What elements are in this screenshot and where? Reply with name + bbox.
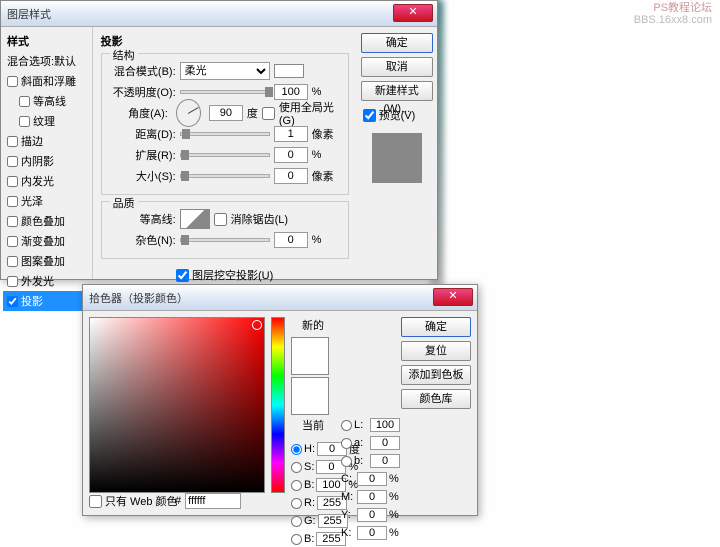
g-radio[interactable] bbox=[291, 516, 302, 527]
spread-input[interactable] bbox=[274, 147, 308, 163]
list-item[interactable]: 描边 bbox=[3, 131, 90, 151]
angle-dial[interactable] bbox=[176, 99, 201, 127]
close-icon[interactable]: ✕ bbox=[433, 288, 473, 306]
k-input[interactable] bbox=[357, 526, 387, 540]
list-item[interactable]: 渐变叠加 bbox=[3, 231, 90, 251]
ok-button[interactable]: 确定 bbox=[401, 317, 471, 337]
titlebar[interactable]: 拾色器（投影颜色） ✕ bbox=[83, 285, 477, 311]
list-item[interactable]: 外发光 bbox=[3, 271, 90, 291]
dialog-title: 图层样式 bbox=[7, 6, 51, 22]
angle-input[interactable] bbox=[209, 105, 243, 121]
titlebar[interactable]: 图层样式 ✕ bbox=[1, 1, 437, 27]
shadow-color-swatch[interactable] bbox=[274, 64, 304, 78]
hex-input[interactable] bbox=[185, 493, 241, 509]
y-input[interactable] bbox=[357, 508, 387, 522]
distance-slider[interactable] bbox=[180, 132, 270, 136]
size-slider[interactable] bbox=[180, 174, 270, 178]
b-radio[interactable] bbox=[341, 456, 352, 467]
c-input[interactable] bbox=[357, 472, 387, 486]
list-item[interactable]: 内发光 bbox=[3, 171, 90, 191]
styles-header: 样式 bbox=[3, 31, 90, 51]
global-light-checkbox[interactable] bbox=[262, 107, 275, 120]
list-item[interactable]: 等高线 bbox=[3, 91, 90, 111]
reset-button[interactable]: 复位 bbox=[401, 341, 471, 361]
section-title: 投影 bbox=[101, 33, 349, 49]
color-field[interactable] bbox=[89, 317, 265, 493]
color-cursor-icon bbox=[252, 320, 262, 330]
list-item[interactable]: 纹理 bbox=[3, 111, 90, 131]
watermark: PS教程论坛 BBS.16xx8.com bbox=[634, 2, 712, 26]
bv-radio[interactable] bbox=[291, 480, 302, 491]
preview-swatch bbox=[372, 133, 422, 183]
add-swatch-button[interactable]: 添加到色板 bbox=[401, 365, 471, 385]
cancel-button[interactable]: 取消 bbox=[361, 57, 433, 77]
quality-fieldset: 品质 等高线: 消除锯齿(L) 杂色(N): % bbox=[101, 201, 349, 259]
list-item[interactable]: 内阴影 bbox=[3, 151, 90, 171]
noise-input[interactable] bbox=[274, 232, 308, 248]
spread-slider[interactable] bbox=[180, 153, 270, 157]
a-radio[interactable] bbox=[341, 438, 352, 449]
antialias-checkbox[interactable] bbox=[214, 213, 227, 226]
hue-slider[interactable] bbox=[271, 317, 285, 493]
opacity-slider[interactable] bbox=[180, 90, 270, 94]
right-buttons: 确定 取消 新建样式(W)... 预览(V) bbox=[357, 27, 437, 279]
current-color-swatch bbox=[291, 377, 329, 415]
b-input[interactable] bbox=[370, 454, 400, 468]
close-icon[interactable]: ✕ bbox=[393, 4, 433, 22]
a-input[interactable] bbox=[370, 436, 400, 450]
l-radio[interactable] bbox=[341, 420, 352, 431]
l-input[interactable] bbox=[370, 418, 400, 432]
m-input[interactable] bbox=[357, 490, 387, 504]
color-picker-dialog: 拾色器（投影颜色） ✕ 新的 当前 H:度 S:% B:% R: G: B: 确… bbox=[82, 284, 478, 516]
list-item[interactable]: 颜色叠加 bbox=[3, 211, 90, 231]
web-only-checkbox[interactable] bbox=[89, 495, 102, 508]
main-panel: 投影 结构 混合模式(B): 柔光 不透明度(O): % 角度(A): bbox=[93, 27, 357, 279]
ok-button[interactable]: 确定 bbox=[361, 33, 433, 53]
blend-mode-select[interactable]: 柔光 bbox=[180, 62, 270, 80]
list-item[interactable]: 图案叠加 bbox=[3, 251, 90, 271]
new-color-swatch bbox=[291, 337, 329, 375]
preview-checkbox[interactable] bbox=[363, 109, 376, 122]
knockout-checkbox[interactable] bbox=[176, 269, 189, 282]
color-lib-button[interactable]: 颜色库 bbox=[401, 389, 471, 409]
contour-picker[interactable] bbox=[180, 209, 210, 229]
h-radio[interactable] bbox=[291, 444, 302, 455]
new-style-button[interactable]: 新建样式(W)... bbox=[361, 81, 433, 101]
distance-input[interactable] bbox=[274, 126, 308, 142]
list-item[interactable]: 斜面和浮雕 bbox=[3, 71, 90, 91]
list-item-selected[interactable]: 投影 bbox=[3, 291, 90, 311]
list-item[interactable]: 光泽 bbox=[3, 191, 90, 211]
blend-options[interactable]: 混合选项:默认 bbox=[3, 51, 90, 71]
structure-fieldset: 结构 混合模式(B): 柔光 不透明度(O): % 角度(A): 度 bbox=[101, 53, 349, 195]
size-input[interactable] bbox=[274, 168, 308, 184]
noise-slider[interactable] bbox=[180, 238, 270, 242]
opacity-input[interactable] bbox=[274, 84, 308, 100]
layer-style-dialog: 图层样式 ✕ 样式 混合选项:默认 斜面和浮雕 等高线 纹理 描边 内阴影 内发… bbox=[0, 0, 438, 280]
dialog-title: 拾色器（投影颜色） bbox=[89, 290, 188, 306]
style-list: 样式 混合选项:默认 斜面和浮雕 等高线 纹理 描边 内阴影 内发光 光泽 颜色… bbox=[1, 27, 93, 279]
bb-radio[interactable] bbox=[291, 534, 302, 545]
s-radio[interactable] bbox=[291, 462, 302, 473]
r-radio[interactable] bbox=[291, 498, 302, 509]
